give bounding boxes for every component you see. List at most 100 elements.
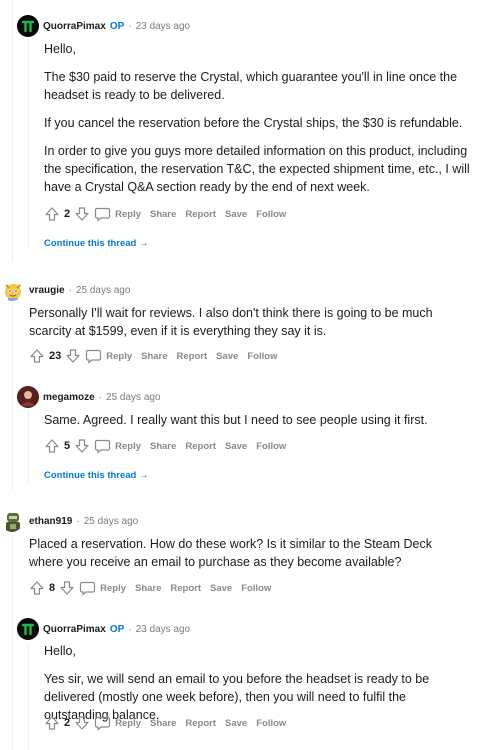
downvote-icon[interactable]	[65, 348, 81, 364]
avatar[interactable]	[17, 618, 39, 640]
continue-thread-link[interactable]: Continue this thread →	[44, 470, 149, 481]
downvote-icon[interactable]	[74, 715, 90, 731]
pimax-logo-icon	[17, 618, 39, 640]
save-button[interactable]: Save	[216, 351, 238, 362]
thread-line[interactable]	[28, 645, 29, 750]
comment-actions: 5 Reply Share Report Save Follow	[44, 438, 286, 454]
op-badge: OP	[109, 20, 125, 32]
comment-icon	[95, 716, 111, 731]
author-name[interactable]: megamoze	[43, 392, 95, 403]
comment-body: Placed a reservation. How do these work?…	[29, 535, 469, 571]
timestamp[interactable]: 25 days ago	[106, 392, 161, 403]
reply-button[interactable]: Reply	[94, 715, 141, 731]
follow-button[interactable]: Follow	[256, 441, 286, 452]
comment-body: Hello, The $30 paid to reserve the Cryst…	[44, 40, 474, 196]
save-button[interactable]: Save	[225, 441, 247, 452]
user-photo-avatar-icon	[17, 386, 39, 408]
comment-actions: 23 Reply Share Report Save Follow	[29, 348, 277, 364]
comment-header: ethan919 · 25 days ago	[1, 510, 138, 532]
report-button[interactable]: Report	[185, 718, 216, 729]
report-button[interactable]: Report	[170, 583, 201, 594]
follow-button[interactable]: Follow	[241, 583, 271, 594]
thread-line[interactable]	[28, 410, 29, 485]
op-badge: OP	[109, 623, 125, 635]
pimax-logo-icon	[17, 15, 39, 37]
report-button[interactable]: Report	[177, 351, 208, 362]
upvote-icon[interactable]	[29, 580, 45, 596]
separator-dot: ·	[76, 515, 80, 527]
author-name[interactable]: QuorraPimax	[43, 624, 106, 635]
reply-button[interactable]: Reply	[85, 348, 132, 364]
comment-icon	[95, 207, 111, 222]
author-name[interactable]: ethan919	[29, 516, 72, 527]
upvote-icon[interactable]	[44, 438, 60, 454]
timestamp[interactable]: 25 days ago	[84, 516, 139, 527]
comment-actions: 2 Reply Share Report Save Follow	[44, 715, 286, 731]
reply-button[interactable]: Reply	[79, 580, 126, 596]
comment-paragraph: The $30 paid to reserve the Crystal, whi…	[44, 70, 458, 102]
avatar[interactable]	[17, 15, 39, 37]
snoo-avatar-icon	[5, 284, 21, 301]
vote-count: 2	[64, 717, 71, 729]
reply-button[interactable]: Reply	[94, 438, 141, 454]
share-button[interactable]: Share	[150, 209, 176, 220]
upvote-icon[interactable]	[29, 348, 45, 364]
save-button[interactable]: Save	[210, 583, 232, 594]
separator-dot: ·	[128, 623, 132, 635]
timestamp[interactable]: 23 days ago	[136, 21, 191, 32]
comment-icon	[80, 581, 96, 596]
author-name[interactable]: vraugie	[29, 285, 65, 296]
timestamp[interactable]: 23 days ago	[136, 624, 191, 635]
avatar[interactable]	[1, 510, 23, 532]
separator-dot: ·	[68, 284, 72, 296]
timestamp[interactable]: 25 days ago	[76, 285, 131, 296]
share-button[interactable]: Share	[141, 351, 167, 362]
vote-count: 5	[64, 440, 71, 452]
comment-paragraph: If you cancel the reservation before the…	[44, 116, 463, 130]
save-button[interactable]: Save	[225, 209, 247, 220]
avatar[interactable]	[17, 386, 39, 408]
comment-icon	[95, 439, 111, 454]
follow-button[interactable]: Follow	[256, 209, 286, 220]
save-button[interactable]: Save	[225, 718, 247, 729]
thread-line[interactable]	[28, 38, 29, 248]
comment-header: vraugie · 25 days ago	[1, 279, 130, 301]
comment-body: Personally I'll wait for reviews. I also…	[29, 304, 474, 340]
upvote-icon[interactable]	[44, 715, 60, 731]
comment-actions: 2 Reply Share Report Save Follow	[44, 206, 286, 222]
reply-label: Reply	[115, 440, 141, 452]
follow-button[interactable]: Follow	[256, 718, 286, 729]
downvote-icon[interactable]	[74, 206, 90, 222]
arrow-right-icon: →	[139, 238, 149, 249]
arrow-right-icon: →	[139, 470, 149, 481]
comment-paragraph: Hello,	[44, 644, 76, 658]
comment-header: megamoze · 25 days ago	[17, 386, 161, 408]
separator-dot: ·	[98, 391, 103, 403]
comment-paragraph: Same. Agreed. I really want this but I n…	[44, 413, 428, 427]
follow-button[interactable]: Follow	[247, 351, 277, 362]
vote-count: 23	[49, 350, 62, 362]
thread-line[interactable]	[12, 535, 13, 750]
separator-dot: ·	[128, 20, 132, 32]
report-button[interactable]: Report	[185, 441, 216, 452]
downvote-icon[interactable]	[74, 438, 90, 454]
report-button[interactable]: Report	[185, 209, 216, 220]
comment-actions: 8 Reply Share Report Save Follow	[29, 580, 271, 596]
comment-header: QuorraPimax OP · 23 days ago	[17, 618, 190, 640]
downvote-icon[interactable]	[59, 580, 75, 596]
comment-paragraph: Personally I'll wait for reviews. I also…	[29, 306, 433, 338]
share-button[interactable]: Share	[150, 441, 176, 452]
reply-button[interactable]: Reply	[94, 206, 141, 222]
reply-label: Reply	[106, 350, 133, 362]
avatar[interactable]	[1, 279, 23, 301]
upvote-icon[interactable]	[44, 206, 60, 222]
share-button[interactable]: Share	[150, 718, 176, 729]
continue-thread-link[interactable]: Continue this thread →	[44, 238, 149, 249]
author-name[interactable]: QuorraPimax	[43, 21, 106, 32]
share-button[interactable]: Share	[135, 583, 161, 594]
thread-line[interactable]	[12, 295, 13, 490]
comment-icon	[86, 349, 102, 364]
thread-line[interactable]	[12, 0, 13, 262]
continue-thread-label: Continue this thread	[44, 470, 137, 481]
reply-label: Reply	[115, 208, 141, 220]
